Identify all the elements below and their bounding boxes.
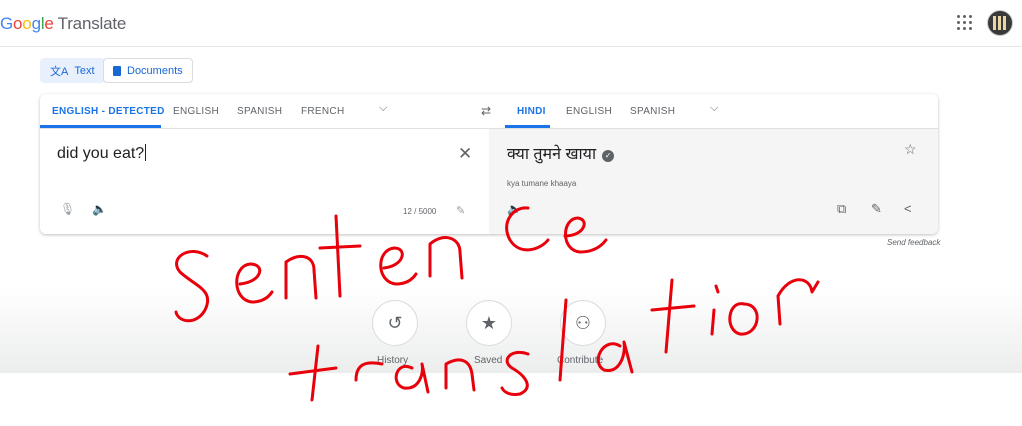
handwritten-annotation [174,206,820,402]
